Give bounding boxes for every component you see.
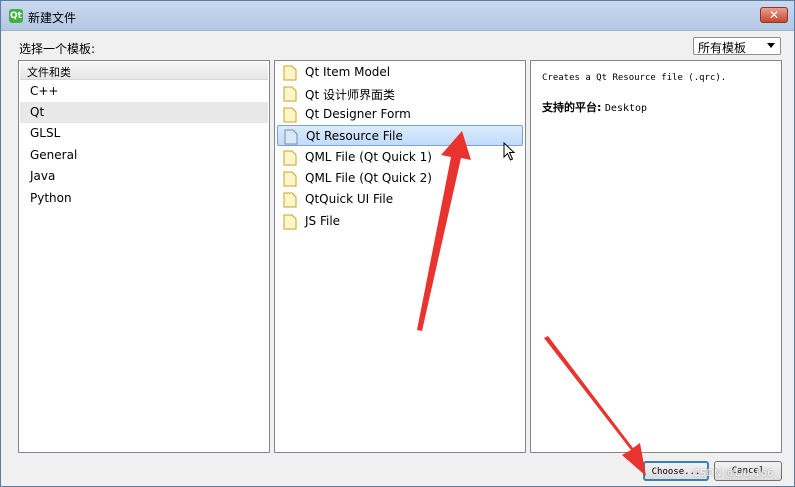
annotation-arrow-to-resource-file (417, 131, 471, 331)
annotation-overlay (417, 131, 646, 476)
annotation-arrow-to-choose-button (544, 336, 646, 476)
